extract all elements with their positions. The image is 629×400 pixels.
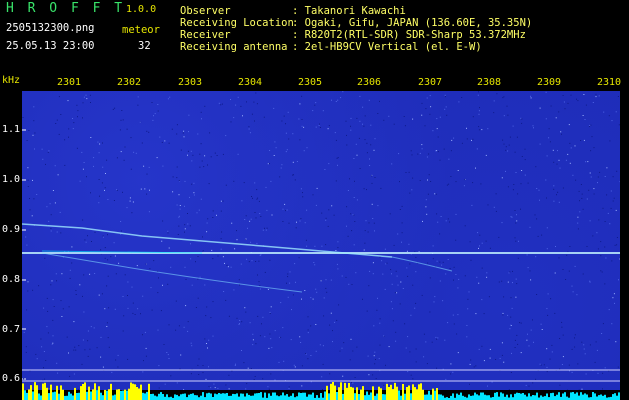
antenna-label: Receiving antenna [180,41,288,53]
location-label: Receiving Location [180,17,294,29]
y-tick-label: 0.8 [2,274,21,285]
receiver-value: : R820T2(RTL-SDR) SDR-Sharp 53.372MHz [292,29,526,41]
y-tick-label: 0.7 [2,324,21,335]
y-axis-unit: kHz [2,75,21,86]
y-tick-label: 1.0 [2,174,21,185]
meteor-label: meteor [122,24,160,36]
receiver-label: Receiver [180,29,231,41]
x-tick-label: 2307 [418,77,443,88]
y-tick-label: 1.1 [2,124,21,135]
observer-label: Observer [180,5,231,17]
filename: 2505132300.png [6,22,95,34]
tick-marks [22,129,26,380]
spectrogram-canvas [22,91,620,390]
x-tick-label: 2305 [298,77,323,88]
y-tick-label: 0.6 [2,373,21,384]
noise-layer [22,91,620,390]
antenna-value: : 2el-HB9CV Vertical (el. E-W) [292,41,482,53]
app-version: 1.0.0 [126,4,157,15]
x-tick-label: 2303 [178,77,203,88]
header-panel: H R O F F T 1.0.0 2505132300.png 25.05.1… [0,0,629,73]
location-value: : Ogaki, Gifu, JAPAN (136.60E, 35.35N) [292,17,533,29]
x-tick-label: 2308 [477,77,502,88]
spectrogram [22,91,620,390]
signal-strength-bars [22,382,620,400]
x-tick-label: 2306 [357,77,382,88]
datetime: 25.05.13 23:00 [6,40,95,52]
x-tick-label: 2301 [57,77,82,88]
meteor-trace [391,256,453,272]
y-tick-label: 0.9 [2,224,21,235]
x-tick-label: 2302 [117,77,142,88]
x-tick-label: 2304 [238,77,263,88]
observer-value: : Takanori Kawachi [292,5,406,17]
x-tick-label: 2310 [597,77,622,88]
meteor-count: 32 [138,40,151,52]
x-tick-label: 2309 [537,77,562,88]
meteor-trace [41,252,303,293]
app-name: H R O F F T [6,1,126,16]
